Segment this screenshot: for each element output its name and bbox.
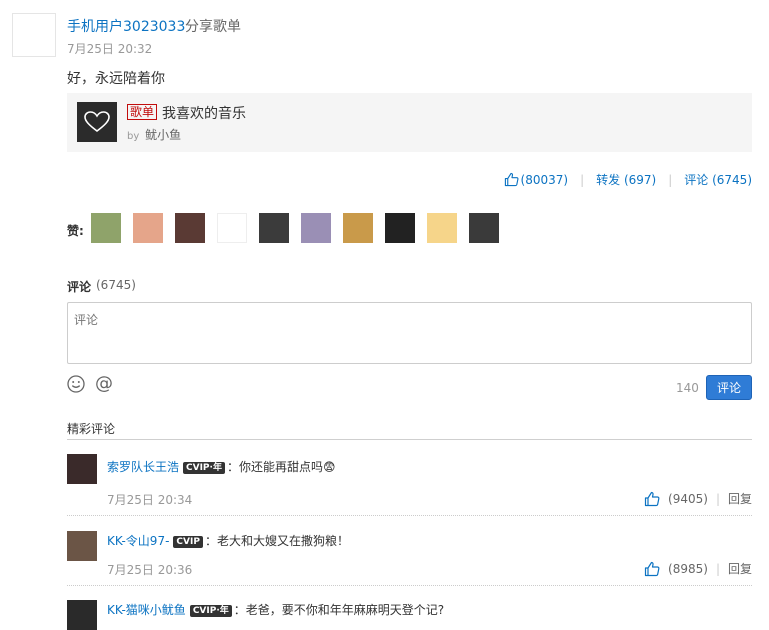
commenter-avatar[interactable]: [67, 454, 97, 484]
comment-body: 索罗队长王浩 CVIP·年 ：你还能再甜点吗😨: [107, 458, 335, 475]
comment-like-button[interactable]: (8985): [644, 561, 708, 577]
vip-badge: CVIP: [173, 536, 203, 548]
liker-avatar[interactable]: [133, 213, 163, 243]
playlist-tag: 歌单: [127, 104, 158, 120]
liker-avatar[interactable]: [259, 213, 289, 243]
comment-input[interactable]: [67, 302, 752, 364]
post-operations: (80037) | 转发 (697) | 评论 (6745): [504, 171, 752, 188]
comment-like-button[interactable]: (9405): [644, 491, 708, 507]
comment-section-count: (6745): [96, 278, 136, 292]
comment-section-title: 评论: [67, 280, 92, 294]
forward-button[interactable]: 转发 (697): [596, 171, 656, 188]
liker-avatar[interactable]: [469, 213, 499, 243]
comment-button[interactable]: 评论 (6745): [684, 171, 752, 188]
comment-text: ：老大和大嫂又在撒狗粮！: [204, 534, 349, 548]
liker-avatar[interactable]: [217, 213, 247, 243]
liker-avatar[interactable]: [385, 213, 415, 243]
playlist-title[interactable]: 我喜欢的音乐: [162, 103, 246, 123]
comment-operations: (9405) | 回复: [644, 490, 752, 507]
emoji-button[interactable]: [67, 375, 85, 396]
divider: [67, 585, 752, 586]
liker-avatar[interactable]: [301, 213, 331, 243]
post-text: 好，永远陪着你: [67, 71, 165, 87]
likes-label: 赞:: [67, 224, 84, 238]
commenter-avatar[interactable]: [67, 531, 97, 561]
comment-time: 7月25日 20:34: [107, 493, 193, 507]
comment-body: KK-猫咪小鱿鱼 CVIP·年 ：老爸，要不你和年年麻麻明天登个记?: [107, 601, 444, 618]
vip-badge: CVIP·年: [189, 605, 232, 617]
divider: [67, 515, 752, 516]
smiley-icon: [67, 375, 85, 393]
liker-avatar[interactable]: [91, 213, 121, 243]
comment-text: ：你还能再甜点吗😨: [226, 460, 336, 474]
divider: |: [715, 491, 720, 506]
divider: [67, 439, 752, 440]
reply-button[interactable]: 回复: [728, 490, 752, 507]
comment-time: 7月25日 20:36: [107, 563, 193, 577]
thumbs-up-icon: [644, 491, 660, 506]
comment-like-count: (8985): [668, 561, 708, 576]
submit-comment-button[interactable]: 评论: [706, 375, 752, 400]
playlist-byline: by 鱿小鱼: [127, 126, 181, 143]
poster-avatar[interactable]: [12, 13, 56, 57]
post-time: 7月25日 20:32: [67, 42, 153, 56]
character-limit: 140: [676, 381, 699, 395]
thumbs-up-icon: [644, 561, 660, 576]
poster-username[interactable]: 手机用户3023033: [67, 16, 185, 36]
comment-operations: (8985) | 回复: [644, 560, 752, 577]
by-label: by: [127, 131, 140, 142]
liker-avatar[interactable]: [175, 213, 205, 243]
commenter-avatar[interactable]: [67, 600, 97, 630]
playlist-cover[interactable]: [77, 102, 117, 142]
comment-body: KK-令山97- CVIP ：老大和大嫂又在撒狗粮！: [107, 532, 349, 549]
thumbs-up-icon: [504, 172, 519, 187]
liker-avatar[interactable]: [427, 213, 457, 243]
liker-avatar[interactable]: [343, 213, 373, 243]
post-action: 分享歌单: [185, 19, 241, 35]
vip-badge: CVIP·年: [183, 462, 225, 474]
shared-playlist-card[interactable]: 歌单 我喜欢的音乐 by 鱿小鱼: [67, 93, 752, 152]
comment-like-count: (9405): [668, 491, 708, 506]
playlist-author[interactable]: 鱿小鱼: [145, 128, 181, 142]
divider: |: [668, 172, 673, 187]
mention-at-icon[interactable]: @: [95, 373, 113, 394]
divider: |: [715, 561, 720, 576]
hot-comments-title: 精彩评论: [67, 422, 116, 436]
reply-button[interactable]: 回复: [728, 560, 752, 577]
heart-icon: [84, 111, 110, 133]
divider: |: [580, 172, 585, 187]
commenter-name[interactable]: KK-令山97-: [107, 534, 169, 548]
like-button[interactable]: (80037): [504, 172, 569, 187]
like-count: (80037): [520, 172, 569, 187]
commenter-name[interactable]: 索罗队长王浩: [107, 460, 179, 474]
